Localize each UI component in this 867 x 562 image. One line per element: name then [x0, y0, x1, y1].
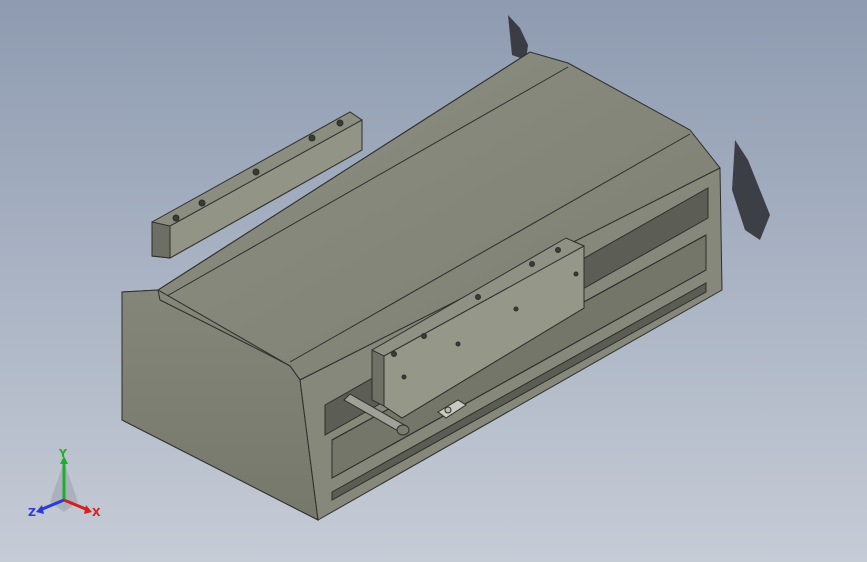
z-axis-label: Z [28, 506, 36, 519]
coordinate-triad[interactable]: Y X Z [26, 448, 106, 528]
actuator-body[interactable] [121, 51, 723, 521]
x-axis-arrow [84, 505, 92, 514]
x-axis-label: X [92, 506, 101, 519]
graphics-viewport[interactable]: Y X Z [0, 0, 867, 562]
y-axis-label: Y [58, 448, 68, 460]
z-axis-arrow [36, 505, 44, 514]
linear-actuator-model[interactable] [0, 0, 867, 562]
